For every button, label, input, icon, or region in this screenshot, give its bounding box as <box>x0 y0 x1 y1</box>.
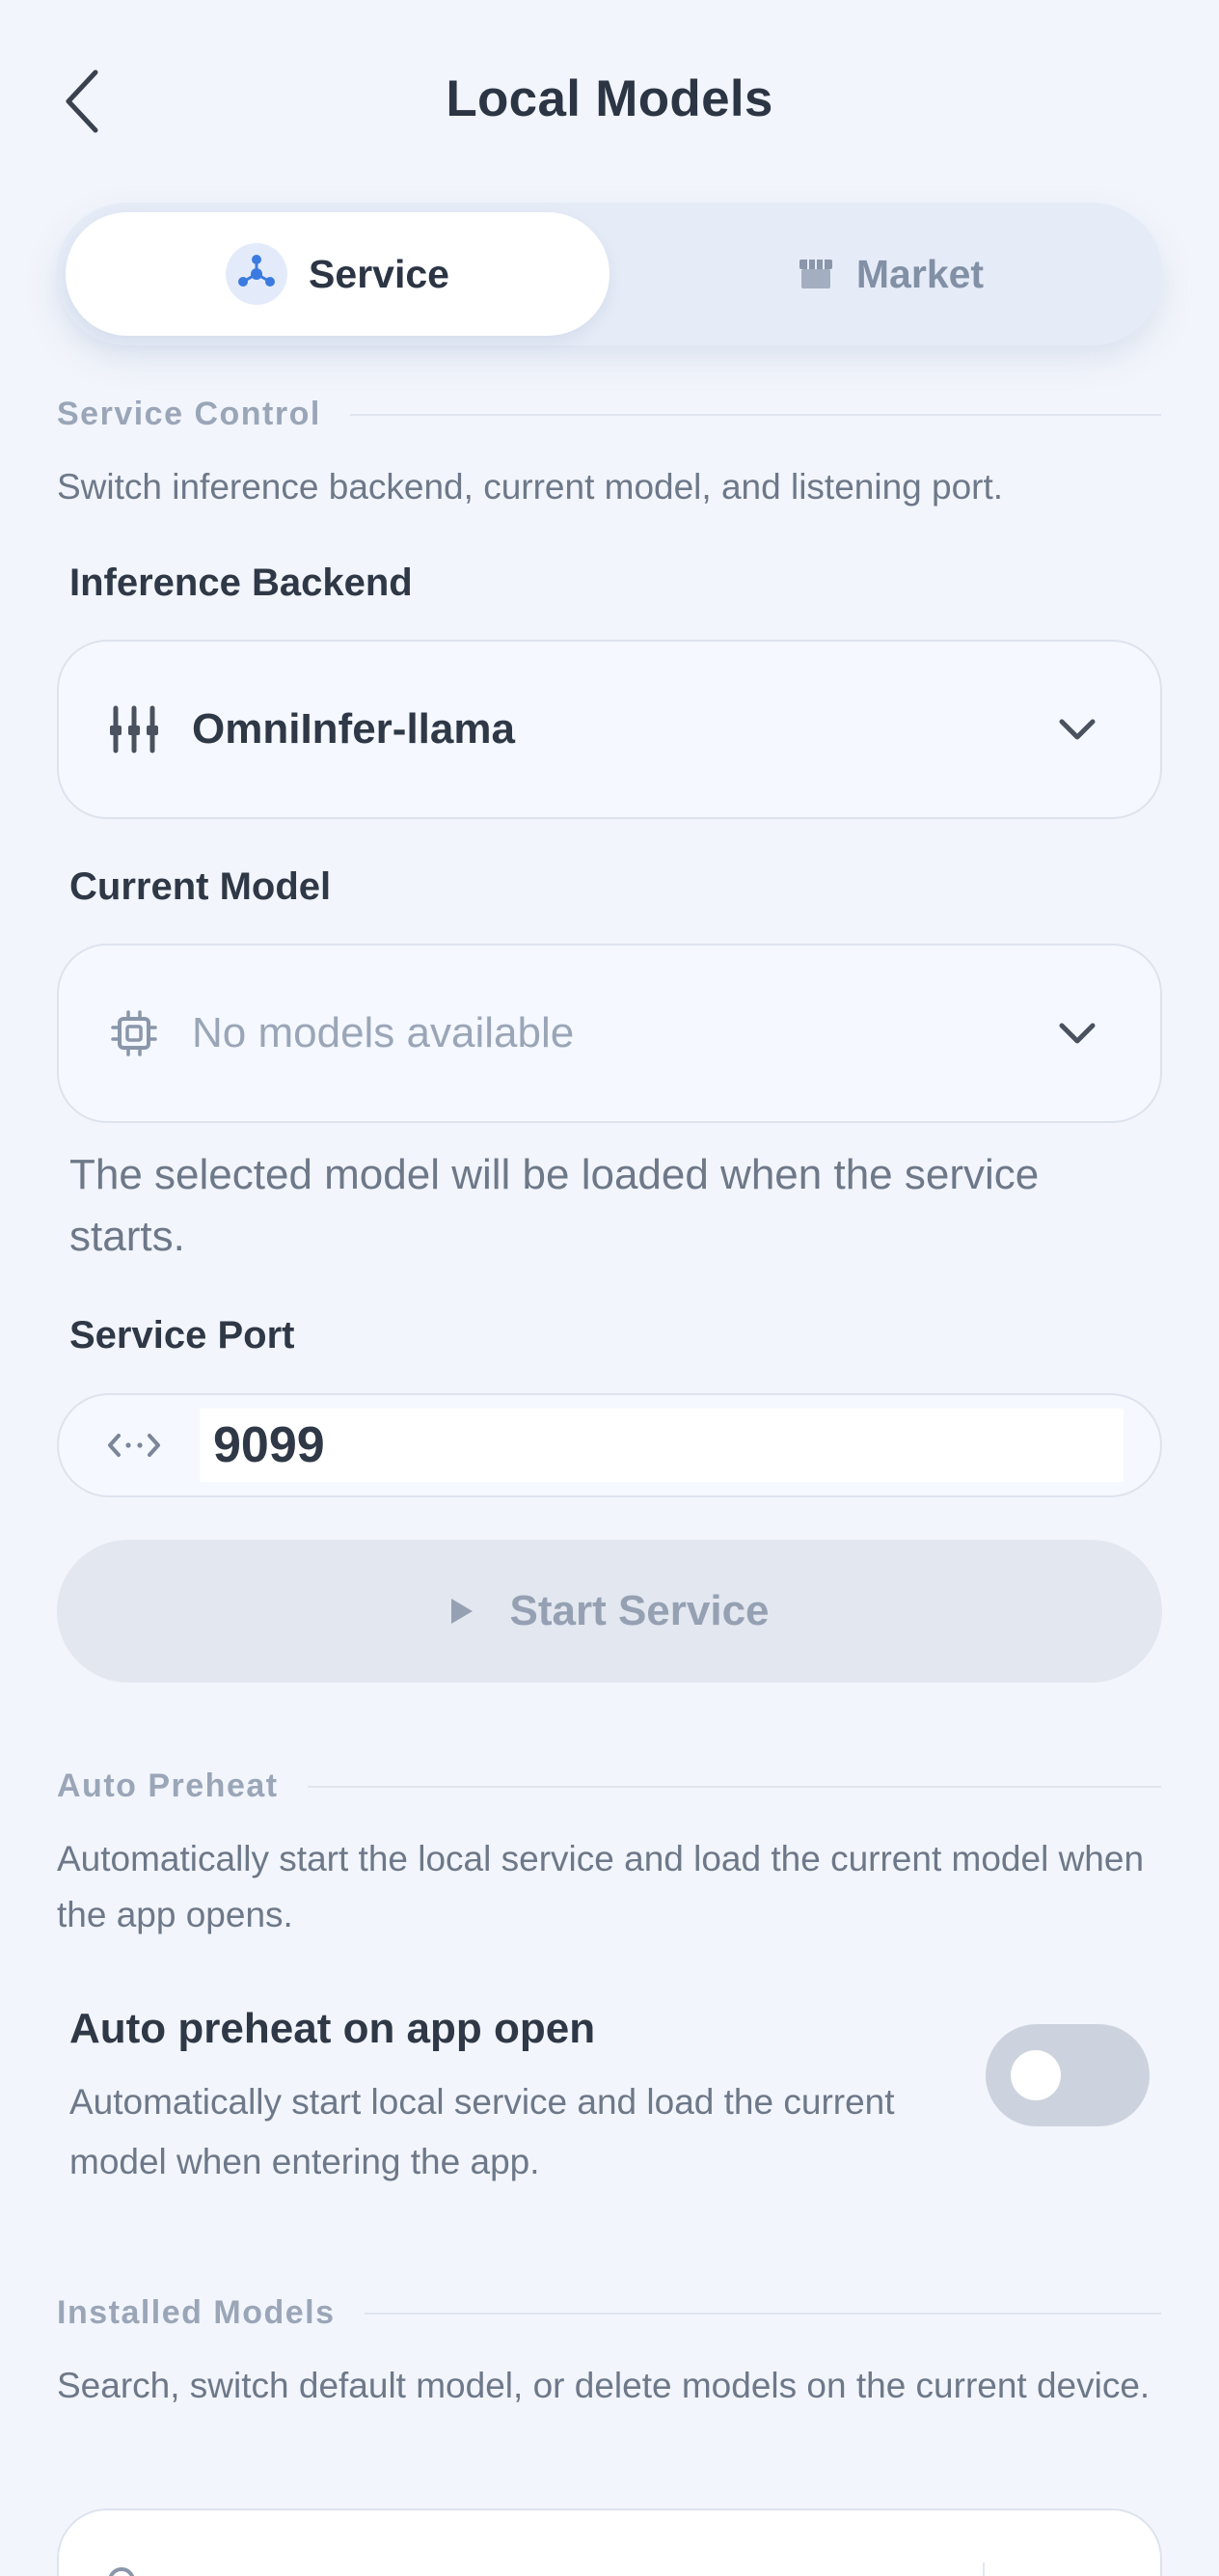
auto-preheat-toggle-description: Automatically start local service and lo… <box>69 2082 895 2181</box>
tab-market-label: Market <box>855 251 985 296</box>
installed-models-search[interactable] <box>57 2508 1162 2576</box>
tab-service[interactable]: Service <box>66 212 610 336</box>
toggle-knob <box>1011 2050 1061 2100</box>
service-control-description: Switch inference backend, current model,… <box>57 467 1004 507</box>
tab-service-label: Service <box>309 251 449 296</box>
page-title: Local Models <box>446 70 773 127</box>
tab-market[interactable]: Market <box>627 212 1153 336</box>
start-service-button[interactable]: Start Service <box>57 1540 1162 1683</box>
service-port-input[interactable] <box>200 1409 1124 1482</box>
header: Local Models <box>0 0 1219 203</box>
current-model-helper: The selected model will be loaded when t… <box>69 1151 1040 1260</box>
current-model-placeholder: No models available <box>192 1009 575 1056</box>
current-model-select[interactable]: No models available <box>57 944 1162 1123</box>
code-arrows-icon <box>105 1431 163 1460</box>
chevron-down-icon <box>1058 718 1097 741</box>
auto-preheat-toggle[interactable] <box>986 2024 1150 2126</box>
chip-icon <box>105 1009 163 1057</box>
section-divider <box>349 413 1161 416</box>
section-title: Service Control <box>57 396 321 432</box>
service-port-field <box>57 1393 1162 1497</box>
inference-backend-select[interactable]: OmniInfer-llama <box>57 640 1162 819</box>
section-divider <box>307 1785 1161 1788</box>
inference-backend-value: OmniInfer-llama <box>192 705 515 753</box>
auto-preheat-section-header: Auto Preheat <box>57 1768 1161 1805</box>
store-icon <box>797 257 835 291</box>
service-control-section-header: Service Control <box>57 396 1161 433</box>
service-port-label: Service Port <box>69 1314 295 1357</box>
section-title: Installed Models <box>57 2294 336 2331</box>
section-title: Auto Preheat <box>57 1768 279 1804</box>
play-icon <box>449 1597 474 1626</box>
auto-preheat-description: Automatically start the local service an… <box>57 1839 1145 1934</box>
start-service-label: Start Service <box>509 1587 770 1634</box>
installed-models-description: Search, switch default model, or delete … <box>57 2366 1151 2405</box>
service-icon <box>226 243 288 305</box>
sliders-icon <box>105 702 163 756</box>
auto-preheat-toggle-title: Auto preheat on app open <box>69 2005 596 2052</box>
inference-backend-label: Inference Backend <box>69 562 413 604</box>
chevron-down-icon <box>1058 1022 1097 1045</box>
installed-models-section-header: Installed Models <box>57 2294 1161 2332</box>
search-icon <box>105 2564 144 2576</box>
current-model-label: Current Model <box>69 865 332 908</box>
search-divider <box>983 2562 985 2576</box>
section-divider <box>364 2312 1161 2315</box>
local-models-page: Local Models Service Market Service Cont… <box>0 0 1219 2576</box>
tab-switcher: Service Market <box>56 203 1163 345</box>
